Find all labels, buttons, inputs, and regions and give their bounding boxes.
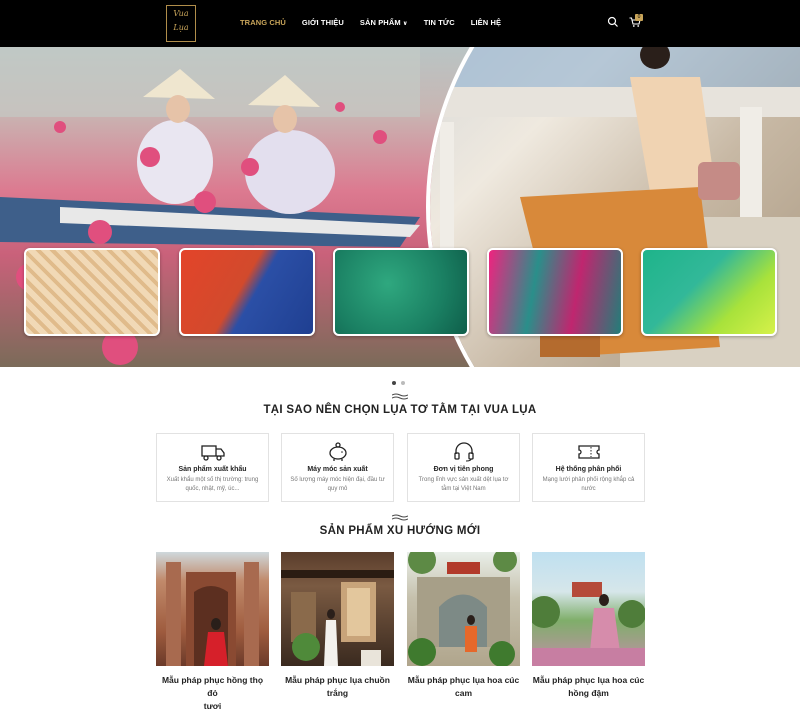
product-photo-garden [532,552,645,666]
cart-count-badge: 0 [635,14,643,21]
products-section-title: SẢN PHẨM XU HƯỚNG MỚI [0,525,800,537]
product-image[interactable] [407,552,520,666]
product-name[interactable]: Mẫu pháp phục lụa chuồn trắng [281,674,394,700]
feature-desc: Mạng lưới phân phối rộng khắp cả nước [533,476,644,494]
feature-card-machinery: Máy móc sản xuất Số lượng máy móc hiện đ… [281,433,394,502]
product-card[interactable]: Mẫu pháp phục lụa chuồn trắng [281,552,394,700]
ticket-icon [577,442,601,462]
feature-title: Hệ thống phân phối [533,466,644,473]
product-name-line-2: hồng đậm [532,687,645,700]
product-image[interactable] [532,552,645,666]
feature-card-pioneer: Đơn vị tiên phong Trong lĩnh vực sản xuấ… [407,433,520,502]
piggy-bank-icon [326,442,350,462]
feature-title: Đơn vị tiên phong [408,466,519,473]
fabric-swatch-green[interactable] [333,248,469,336]
nav-news[interactable]: TIN TỨC [424,18,455,27]
fabric-swatch-red-blue[interactable] [179,248,315,336]
logo-line-2: Lụa [167,24,195,32]
fabric-swatch-pink-teal[interactable] [487,248,623,336]
fabric-swatch-lime[interactable] [641,248,777,336]
feature-card-export: Sản phẩm xuất khẩu Xuất khẩu một số thị … [156,433,269,502]
product-image[interactable] [281,552,394,666]
product-name-line-2: cam [407,687,520,700]
product-name-line-2: trắng [281,687,394,700]
main-nav: TRANG CHỦ GIỚI THIỆU SẢN PHẨM∨ TIN TỨC L… [240,18,517,27]
logo-line-1: Vua [167,10,195,18]
headset-icon [452,442,476,462]
fabric-swatch-gold[interactable] [24,248,160,336]
product-name-line-1: Mẫu pháp phục lụa hoa cúc [532,674,645,687]
feature-desc: Xuất khẩu một số thị trường: trung quốc,… [157,476,268,494]
product-name-line-1: Mẫu pháp phục lụa chuồn [281,674,394,687]
product-name[interactable]: Mẫu pháp phục hồng thọ đỏ tươi [156,674,269,712]
product-name-line-1: Mẫu pháp phục hồng thọ đỏ [156,674,269,700]
product-photo-house [281,552,394,666]
hero-slider[interactable] [0,47,800,367]
truck-icon [201,442,225,462]
product-photo-temple [156,552,269,666]
product-name[interactable]: Mẫu pháp phục lụa hoa cúc hồng đậm [532,674,645,700]
product-card[interactable]: Mẫu pháp phục lụa hoa cúc cam [407,552,520,700]
nav-products-label: SẢN PHẨM [360,18,401,27]
site-header: Vua Lụa TRANG CHỦ GIỚI THIỆU SẢN PHẨM∨ T… [0,0,800,47]
search-icon[interactable] [606,15,620,29]
product-name[interactable]: Mẫu pháp phục lụa hoa cúc cam [407,674,520,700]
product-name-line-1: Mẫu pháp phục lụa hoa cúc [407,674,520,687]
wave-divider-icon [392,393,408,400]
nav-about[interactable]: GIỚI THIỆU [302,18,344,27]
slider-dots [392,372,410,390]
feature-desc: Trong lĩnh vực sản xuất dệt lụa tơ tằm t… [408,476,519,494]
feature-desc: Số lượng máy móc hiện đại, đầu tư quy mô [282,476,393,494]
feature-title: Máy móc sản xuất [282,466,393,473]
slider-dot-2[interactable] [401,381,405,385]
slider-dot-1[interactable] [392,381,396,385]
product-card[interactable]: Mẫu pháp phục lụa hoa cúc hồng đậm [532,552,645,700]
nav-products[interactable]: SẢN PHẨM∨ [360,18,408,27]
brand-logo[interactable]: Vua Lụa [166,5,196,42]
chevron-down-icon: ∨ [403,21,408,27]
product-image[interactable] [156,552,269,666]
nav-home[interactable]: TRANG CHỦ [240,18,286,27]
why-section-title: TẠI SAO NÊN CHỌN LỤA TƠ TẰM TẠI VUA LỤA [0,404,800,416]
product-photo-gate [407,552,520,666]
product-name-line-2: tươi [156,700,269,712]
wave-divider-icon [392,514,408,521]
feature-title: Sản phẩm xuất khẩu [157,466,268,473]
product-card[interactable]: Mẫu pháp phục hồng thọ đỏ tươi [156,552,269,712]
nav-contact[interactable]: LIÊN HỆ [471,18,501,27]
feature-card-distribution: Hệ thống phân phối Mạng lưới phân phối r… [532,433,645,502]
